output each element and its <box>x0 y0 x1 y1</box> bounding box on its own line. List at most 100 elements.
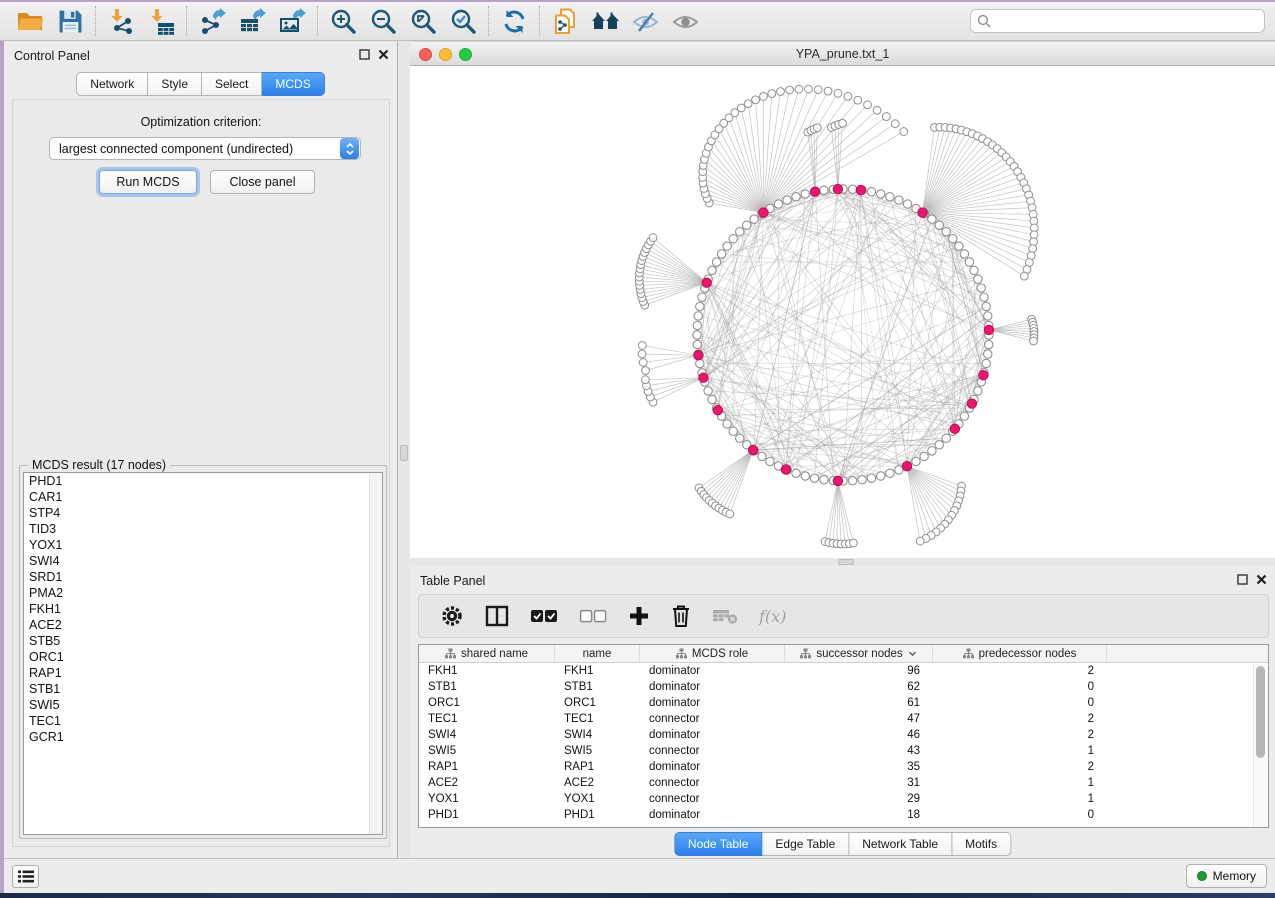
tab-select[interactable]: Select <box>202 72 262 96</box>
divider-grip[interactable] <box>838 559 854 565</box>
run-mcds-button[interactable]: Run MCDS <box>99 170 197 194</box>
float-panel-icon[interactable] <box>359 49 370 60</box>
mcds-result-list[interactable]: PHD1CAR1STP4TID3YOX1SWI4SRD1PMA2FKH1ACE2… <box>23 472 383 835</box>
cell-mcds-role: dominator <box>640 759 785 775</box>
mcds-node-yox1[interactable]: YOX1 <box>24 537 382 553</box>
zoom-fit-button[interactable] <box>403 4 443 38</box>
add-column-button[interactable] <box>628 605 650 627</box>
divider-grip[interactable] <box>400 445 408 461</box>
table-row[interactable]: SWI4SWI4dominator462 <box>419 727 1268 743</box>
cell-mcds-role: connector <box>640 743 785 759</box>
refresh-view-button[interactable] <box>494 4 534 38</box>
column-label: MCDS role <box>692 648 748 660</box>
select-all-rows-button[interactable] <box>530 609 558 623</box>
mcds-node-swi4[interactable]: SWI4 <box>24 553 382 569</box>
tab-edge-table[interactable]: Edge Table <box>762 832 849 856</box>
export-image-button[interactable] <box>272 4 312 38</box>
mcds-node-swi5[interactable]: SWI5 <box>24 697 382 713</box>
tab-mcds[interactable]: MCDS <box>262 72 324 96</box>
search-icon <box>977 14 991 28</box>
network-window-titlebar[interactable]: YPA_prune.txt_1 <box>410 41 1275 66</box>
table-row[interactable]: FKH1FKH1dominator962 <box>419 663 1268 679</box>
export-table-button[interactable] <box>232 4 272 38</box>
table-row[interactable]: ORC1ORC1dominator610 <box>419 695 1268 711</box>
table-scrollbar-thumb[interactable] <box>1256 666 1265 758</box>
cell-mcds-role: dominator <box>640 679 785 695</box>
mcds-node-gcr1[interactable]: GCR1 <box>24 729 382 745</box>
deselect-all-rows-button[interactable] <box>579 609 607 623</box>
cell-shared-name: STB1 <box>419 679 555 695</box>
optimization-criterion-dropdown[interactable]: largest connected component (undirected) <box>49 137 361 160</box>
task-history-button[interactable] <box>12 865 39 888</box>
export-network-button[interactable] <box>192 4 232 38</box>
zoom-out-button[interactable] <box>363 4 403 38</box>
table-row[interactable]: SWI5SWI5connector431 <box>419 743 1268 759</box>
cell-mcds-role: dominator <box>640 695 785 711</box>
delete-columns-button[interactable] <box>671 604 691 628</box>
close-panel-icon[interactable] <box>378 49 389 60</box>
zoom-selected-button[interactable] <box>443 4 483 38</box>
first-neighbors-button[interactable] <box>585 4 625 38</box>
table-row[interactable]: YOX1YOX1connector291 <box>419 791 1268 807</box>
mcds-node-srd1[interactable]: SRD1 <box>24 569 382 585</box>
tab-network-table[interactable]: Network Table <box>849 832 952 856</box>
mcds-node-ace2[interactable]: ACE2 <box>24 617 382 633</box>
search-box[interactable] <box>970 9 1265 33</box>
table-options-button[interactable] <box>440 604 464 628</box>
mcds-list-scrollbar[interactable] <box>369 473 382 834</box>
mcds-node-pma2[interactable]: PMA2 <box>24 585 382 601</box>
column-header-name[interactable]: name <box>555 645 640 662</box>
node-table[interactable]: shared namename MCDS role successor nodesp… <box>418 644 1269 828</box>
close-panel-icon[interactable] <box>1256 574 1267 585</box>
import-network-button[interactable] <box>101 4 141 38</box>
shared-column-icon <box>676 648 687 659</box>
save-session-button[interactable] <box>50 4 90 38</box>
cell-mcds-role: dominator <box>640 807 785 823</box>
tab-style[interactable]: Style <box>148 72 202 96</box>
duplicate-network-button[interactable] <box>545 4 585 38</box>
export-image-icon <box>279 8 306 35</box>
mcds-node-rap1[interactable]: RAP1 <box>24 665 382 681</box>
column-header-shared-name[interactable]: shared name <box>419 645 555 662</box>
table-row[interactable]: STB1STB1dominator620 <box>419 679 1268 695</box>
import-table-button[interactable] <box>141 4 181 38</box>
tab-motifs[interactable]: Motifs <box>952 832 1011 856</box>
hide-selected-button[interactable] <box>625 4 665 38</box>
mcds-node-phd1[interactable]: PHD1 <box>24 473 382 489</box>
column-header-predecessor-nodes[interactable]: predecessor nodes <box>933 645 1107 662</box>
delete-table-button[interactable] <box>712 607 738 625</box>
show-column-panel-button[interactable] <box>485 605 509 627</box>
open-session-button[interactable] <box>10 4 50 38</box>
table-row[interactable]: PHD1PHD1dominator180 <box>419 807 1268 823</box>
show-all-button[interactable] <box>665 4 705 38</box>
close-panel-button[interactable]: Close panel <box>210 170 315 194</box>
table-row[interactable]: ACE2ACE2connector311 <box>419 775 1268 791</box>
search-input[interactable] <box>996 14 1258 28</box>
mcds-node-stp4[interactable]: STP4 <box>24 505 382 521</box>
cell-shared-name: RAP1 <box>419 759 555 775</box>
mcds-node-tec1[interactable]: TEC1 <box>24 713 382 729</box>
horizontal-split-divider[interactable] <box>410 558 1275 566</box>
cell-successor-nodes: 31 <box>785 775 933 791</box>
vertical-split-divider[interactable] <box>399 41 410 858</box>
mcds-node-tid3[interactable]: TID3 <box>24 521 382 537</box>
zoom-in-button[interactable] <box>323 4 363 38</box>
mcds-node-fkh1[interactable]: FKH1 <box>24 601 382 617</box>
table-scrollbar[interactable] <box>1253 664 1268 827</box>
memory-button[interactable]: Memory <box>1186 864 1267 888</box>
mcds-node-orc1[interactable]: ORC1 <box>24 649 382 665</box>
mcds-node-stb1[interactable]: STB1 <box>24 681 382 697</box>
table-row[interactable]: RAP1RAP1dominator352 <box>419 759 1268 775</box>
column-header-successor-nodes[interactable]: successor nodes <box>785 645 933 662</box>
mcds-node-car1[interactable]: CAR1 <box>24 489 382 505</box>
network-canvas[interactable] <box>410 66 1275 557</box>
status-bar: Memory <box>4 858 1275 893</box>
tab-node-table[interactable]: Node Table <box>674 832 763 856</box>
column-header-mcds-role[interactable]: MCDS role <box>640 645 785 662</box>
apply-function-button[interactable]: f(x) <box>759 607 786 626</box>
mcds-node-stb5[interactable]: STB5 <box>24 633 382 649</box>
float-panel-icon[interactable] <box>1237 574 1248 585</box>
table-row[interactable]: TEC1TEC1connector472 <box>419 711 1268 727</box>
shared-column-icon <box>445 648 456 659</box>
tab-network[interactable]: Network <box>76 72 148 96</box>
